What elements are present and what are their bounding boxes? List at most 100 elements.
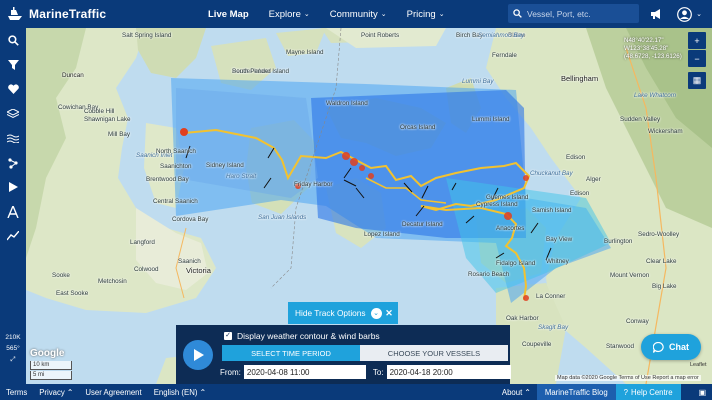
footer-language[interactable]: English (EN) ⌃ (148, 388, 212, 397)
footer-agreement-label: User Agreement (85, 387, 142, 397)
place-label: San Juan Islands (258, 214, 307, 221)
nav-pricing[interactable]: Pricing ⌄ (397, 0, 455, 28)
android-icon[interactable]: ▣ (693, 388, 712, 397)
to-date-input[interactable] (386, 365, 511, 379)
from-date-input[interactable] (243, 365, 366, 379)
place-label: Cobble Hill (84, 108, 115, 115)
place-label: Central Saanich (153, 198, 198, 205)
footer-terms-label: Terms (6, 387, 28, 397)
leaflet-credit[interactable]: Leaflet (690, 362, 707, 368)
track-options-panel: ✓ Display weather contour & wind barbs S… (176, 325, 511, 384)
place-label: Bay View (546, 236, 573, 243)
place-label: Sidney Island (206, 162, 244, 169)
footer-help[interactable]: ? Help Centre (615, 384, 681, 400)
filter-icon[interactable] (0, 53, 26, 78)
search-icon[interactable] (0, 28, 26, 53)
vessel-count: 210K (5, 334, 21, 341)
play-icon (193, 349, 204, 361)
place-label: East Sooke (56, 290, 89, 297)
search-icon (513, 9, 522, 18)
place-label: Salt Spring Island (122, 32, 172, 39)
footer-language-label: English (EN) (153, 387, 198, 397)
place-label: Sedro-Woolley (638, 231, 680, 238)
footer-privacy[interactable]: Privacy ⌃ (33, 388, 79, 397)
chevron-down-icon[interactable]: ⌄ (690, 5, 708, 23)
logo-ship-icon (8, 7, 22, 20)
place-label: Coupeville (522, 341, 552, 348)
hide-track-options-label: Hide Track Options (295, 308, 366, 318)
place-label: Langford (130, 239, 155, 246)
footer-agreement[interactable]: User Agreement (79, 388, 147, 397)
nav-live-map[interactable]: Live Map (198, 0, 259, 28)
layers-icon[interactable] (0, 102, 26, 127)
place-label: Sooke (52, 272, 70, 279)
play-track-button[interactable] (183, 340, 213, 370)
nav-pricing-label: Pricing (406, 8, 436, 20)
place-label: Shawnigan Lake (84, 116, 131, 123)
place-label: Haro Strait (226, 173, 257, 180)
place-label: Cordova Bay (172, 216, 209, 223)
place-label: Chuckanut Bay (530, 170, 573, 177)
chevron-down-icon: ⌄ (303, 11, 310, 18)
place-label: Mill Bay (108, 131, 131, 138)
zoom-out-button[interactable]: − (688, 50, 706, 67)
logo[interactable]: MarineTraffic (0, 7, 190, 21)
from-label: From: (220, 367, 241, 377)
chevron-down-icon: ⌄ (438, 11, 445, 18)
place-label: Conway (626, 318, 649, 325)
place-label: Mount Vernon (610, 272, 650, 279)
place-label: Mayne Island (286, 49, 324, 56)
place-label: Lummi Island (472, 116, 510, 123)
place-label: Lummi Bay (462, 78, 494, 85)
footer-bar: Terms Privacy ⌃ User Agreement English (E… (0, 384, 712, 400)
google-logo: Google (30, 348, 65, 359)
tab-select-time-period[interactable]: SELECT TIME PERIOD (222, 345, 360, 361)
map-layers-button[interactable]: ▦ (688, 72, 706, 89)
place-label: Victoria (186, 266, 211, 275)
place-label: Anacortes (496, 225, 525, 232)
place-label: Wickersham (648, 128, 683, 135)
place-label: Edison (566, 154, 586, 161)
search-input[interactable] (527, 8, 637, 19)
nav-live-map-label: Live Map (208, 8, 249, 20)
panel-tabs: SELECT TIME PERIOD CHOOSE YOUR VESSELS (222, 345, 508, 361)
heart-icon[interactable] (0, 77, 26, 102)
scale-km: 10 km (30, 361, 72, 370)
chat-label: Chat (669, 342, 689, 352)
tracking-icon[interactable] (0, 151, 26, 176)
weather-checkbox[interactable]: ✓ (224, 332, 232, 340)
play-icon[interactable] (0, 175, 26, 200)
footer-about[interactable]: About ⌃ (496, 388, 537, 397)
map-attribution[interactable]: Map data ©2020 Google Terms of Use Repor… (555, 375, 701, 381)
weather-checkbox-label: Display weather contour & wind barbs (237, 331, 380, 341)
left-toolbar: 210K 565° ⤢ (0, 28, 26, 384)
place-label: Stanwood (606, 343, 635, 350)
nav-community[interactable]: Community ⌄ (320, 0, 397, 28)
weather-checkbox-row[interactable]: ✓ Display weather contour & wind barbs (224, 331, 380, 341)
place-label: Saanichton (160, 163, 192, 170)
place-label: Samish Island (532, 207, 572, 214)
sidebar-stats: 210K 565° ⤢ (0, 332, 26, 366)
tab-choose-vessels[interactable]: CHOOSE YOUR VESSELS (360, 345, 508, 361)
zoom-in-button[interactable]: + (688, 32, 706, 49)
scale-mi: 5 mi (30, 371, 72, 380)
to-label: To: (372, 367, 384, 377)
weather-icon[interactable] (0, 126, 26, 151)
nav-explore[interactable]: Explore ⌄ (259, 0, 320, 28)
fullscreen-icon[interactable]: ⤢ (0, 354, 26, 366)
coord-decimal: (48.6728, -123.6126) (624, 53, 682, 60)
close-icon[interactable]: ✕ (380, 302, 398, 324)
place-label: Metchosin (98, 278, 127, 285)
footer-terms[interactable]: Terms (0, 388, 33, 397)
measure-icon[interactable] (0, 200, 26, 225)
place-label: Guemes Island (486, 194, 529, 201)
megaphone-icon[interactable] (647, 5, 665, 23)
footer-blog[interactable]: MarineTraffic Blog (536, 384, 616, 400)
chart-icon[interactable] (0, 224, 26, 249)
nav-explore-label: Explore (268, 8, 301, 20)
search-box[interactable] (508, 4, 639, 23)
chat-button[interactable]: Chat (641, 334, 701, 360)
chevron-up-icon: ⌃ (199, 387, 206, 397)
place-label: Skagit Bay (538, 324, 569, 331)
date-range: From: To: (220, 365, 511, 379)
